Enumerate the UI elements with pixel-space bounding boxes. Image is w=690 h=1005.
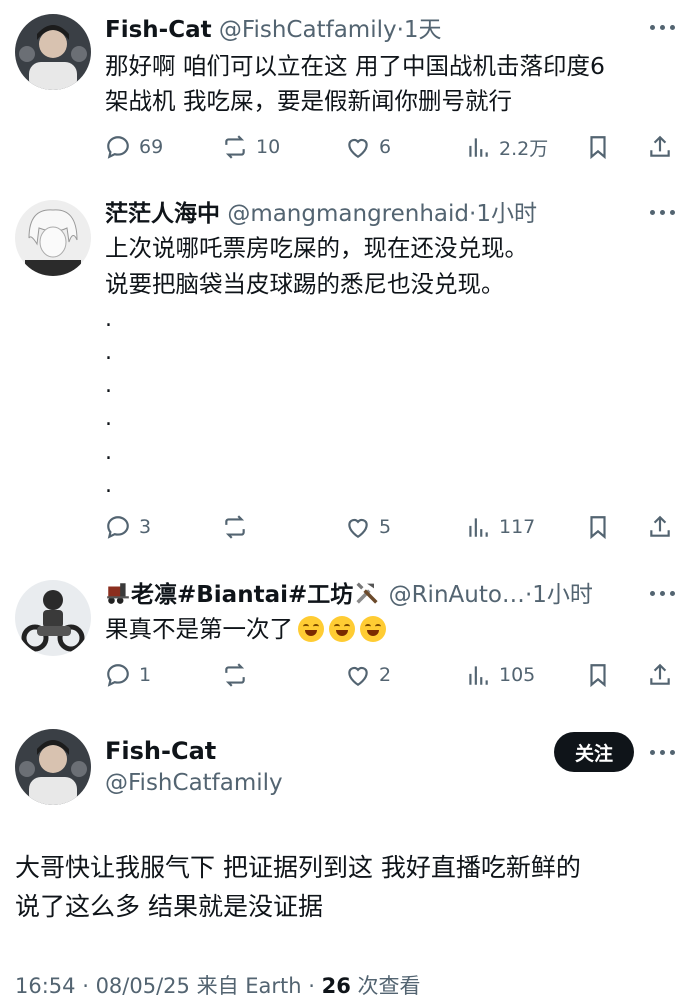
reply-line-2: 说要把脑袋当皮球踢的悉尼也没兑现。 bbox=[105, 270, 505, 298]
avatar[interactable] bbox=[15, 200, 91, 276]
reply-header: 茫茫人海中 @mangmangrenhaid·1小时 bbox=[105, 201, 537, 227]
share-button[interactable] bbox=[647, 510, 673, 544]
repost-icon bbox=[225, 515, 245, 539]
action-bar: 69 10 6 2.2万 bbox=[105, 130, 675, 164]
like-icon bbox=[348, 666, 368, 687]
bookmark-icon bbox=[590, 136, 606, 160]
avatar[interactable] bbox=[15, 580, 91, 656]
dot: . bbox=[105, 406, 112, 431]
avatar[interactable] bbox=[15, 729, 91, 805]
more-icon[interactable] bbox=[650, 747, 676, 757]
reply-button[interactable]: 69 bbox=[105, 130, 163, 164]
post-line-2: 说了这么多 结果就是没证据 bbox=[15, 892, 323, 921]
timestamp[interactable]: 1小时 bbox=[532, 582, 593, 608]
share-button[interactable] bbox=[647, 130, 673, 164]
repost-button[interactable] bbox=[222, 510, 256, 544]
like-icon bbox=[348, 138, 368, 159]
like-button[interactable]: 6 bbox=[345, 130, 391, 164]
avatar[interactable] bbox=[15, 14, 91, 90]
like-button[interactable]: 2 bbox=[345, 658, 391, 692]
view-count: 26 bbox=[321, 974, 351, 998]
bookmark-button[interactable] bbox=[585, 130, 611, 164]
repost-icon bbox=[225, 135, 245, 159]
reply-header: 老凛#Biantai#工坊 @RinAuto…·1小时 bbox=[105, 579, 593, 610]
tools-icon bbox=[356, 582, 378, 604]
laughing-emoji bbox=[360, 616, 386, 642]
timestamp[interactable]: 1天 bbox=[404, 17, 442, 43]
more-icon[interactable] bbox=[650, 207, 676, 217]
laughing-emoji bbox=[329, 616, 355, 642]
laughing-emoji bbox=[298, 616, 324, 642]
views-button[interactable]: 117 bbox=[465, 510, 535, 544]
user-handle[interactable]: @FishCatfamily bbox=[219, 17, 397, 43]
share-button[interactable] bbox=[647, 658, 673, 692]
reply-text: 果真不是第一次了 bbox=[105, 613, 386, 646]
reply-line-1: 上次说哪吒票房吃屎的，现在还没兑现。 bbox=[105, 234, 528, 262]
views-icon bbox=[469, 138, 488, 157]
share-icon bbox=[650, 135, 670, 157]
dot: . bbox=[105, 473, 112, 498]
reply-line-1: 那好啊 咱们可以立在这 用了中国战机击落印度6 bbox=[105, 52, 605, 80]
reply-icon bbox=[107, 516, 129, 539]
dot: . bbox=[105, 373, 112, 398]
dot: . bbox=[105, 440, 112, 465]
train-icon bbox=[107, 583, 129, 604]
reply-line-2: 架战机 我吃屎，要是假新闻你删号就行 bbox=[105, 87, 512, 115]
like-icon bbox=[348, 518, 368, 539]
reply-header: Fish-Cat @FishCatfamily·1天 bbox=[105, 17, 442, 43]
user-handle[interactable]: @mangmangrenhaid bbox=[227, 201, 469, 227]
more-icon[interactable] bbox=[650, 22, 676, 32]
reply-icon bbox=[107, 664, 129, 687]
action-bar: 3 5 117 bbox=[105, 510, 675, 544]
post-source: 来自 Earth bbox=[196, 974, 302, 998]
timestamp[interactable]: 1小时 bbox=[476, 201, 537, 227]
post-date[interactable]: 08/05/25 bbox=[96, 974, 190, 998]
follow-button[interactable]: 关注 bbox=[554, 732, 634, 772]
repost-button[interactable]: 10 bbox=[222, 130, 280, 164]
bookmark-button[interactable] bbox=[585, 510, 611, 544]
display-name[interactable]: Fish-Cat bbox=[105, 737, 216, 765]
reply-button[interactable]: 3 bbox=[105, 510, 151, 544]
display-name[interactable]: 茫茫人海中 bbox=[105, 201, 220, 227]
bookmark-button[interactable] bbox=[585, 658, 611, 692]
dot: . bbox=[105, 340, 112, 365]
views-button[interactable]: 105 bbox=[465, 658, 535, 692]
user-handle[interactable]: @RinAuto… bbox=[389, 582, 525, 608]
user-handle[interactable]: @FishCatfamily bbox=[105, 770, 283, 796]
repost-button[interactable] bbox=[222, 658, 256, 692]
share-icon bbox=[650, 663, 670, 685]
views-button[interactable]: 2.2万 bbox=[465, 130, 548, 164]
views-icon bbox=[469, 666, 488, 685]
post-time[interactable]: 16:54 bbox=[15, 974, 76, 998]
post-line-1: 大哥快让我服气下 把证据列到这 我好直播吃新鲜的 bbox=[15, 853, 581, 882]
post-meta: 16:54 · 08/05/25 来自 Earth · 26 次查看 bbox=[15, 974, 421, 998]
dot: . bbox=[105, 307, 112, 332]
share-icon bbox=[650, 515, 670, 537]
reply-icon bbox=[107, 136, 129, 159]
display-name[interactable]: 老凛#Biantai#工坊 bbox=[131, 582, 353, 608]
reply-button[interactable]: 1 bbox=[105, 658, 151, 692]
display-name[interactable]: Fish-Cat bbox=[105, 17, 212, 43]
more-icon[interactable] bbox=[650, 588, 676, 598]
views-icon bbox=[469, 518, 488, 537]
action-bar: 1 2 105 bbox=[105, 658, 675, 692]
view-label: 次查看 bbox=[357, 974, 421, 998]
bookmark-icon bbox=[590, 664, 606, 688]
like-button[interactable]: 5 bbox=[345, 510, 391, 544]
bookmark-icon bbox=[590, 516, 606, 540]
repost-icon bbox=[225, 663, 245, 687]
